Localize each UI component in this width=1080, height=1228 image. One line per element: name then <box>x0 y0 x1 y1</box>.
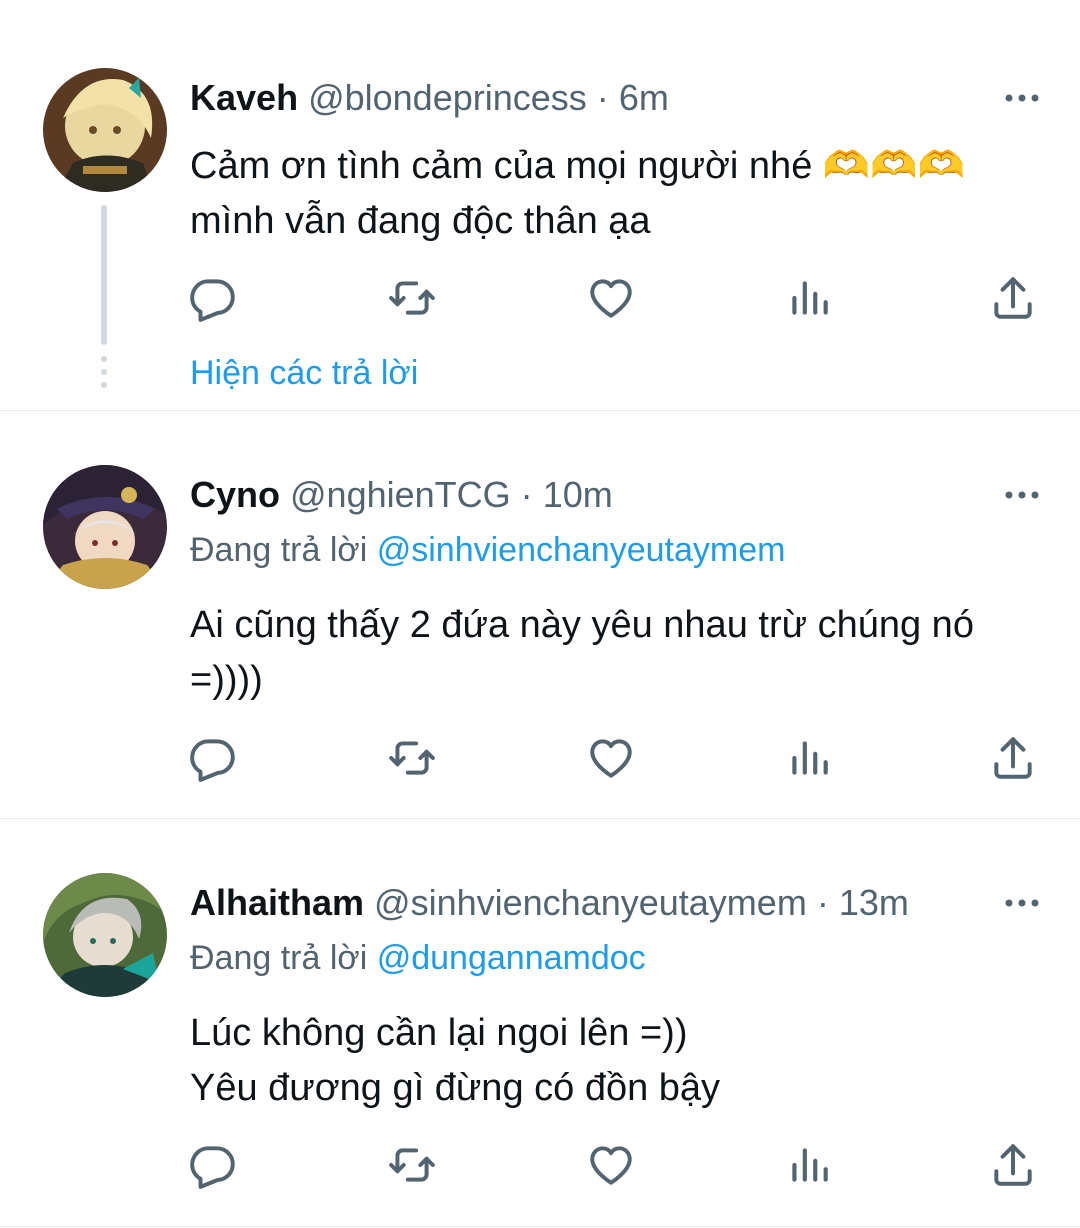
tweet-text: Ai cũng thấy 2 đứa này yêu nhau trừ chún… <box>190 604 974 701</box>
avatar-cyno-icon <box>43 465 167 589</box>
action-bar <box>0 733 1080 783</box>
reply-button[interactable] <box>188 1140 238 1190</box>
tweet-header: Cyno @nghienTCG · 10m <box>190 473 613 517</box>
views-button[interactable] <box>784 733 834 783</box>
display-name[interactable]: Kaveh <box>190 77 298 118</box>
thread-dot <box>101 382 107 388</box>
replying-to: Đang trả lời @dungannamdoc <box>190 937 646 979</box>
tweet-header: Alhaitham @sinhvienchanyeutaymem · 13m <box>190 881 909 925</box>
share-button[interactable] <box>988 733 1038 783</box>
replying-prefix: Đang trả lời <box>190 939 368 977</box>
more-options-icon <box>1005 899 1039 907</box>
mention-link[interactable]: @dungannamdoc <box>377 939 646 977</box>
retweet-button[interactable] <box>387 1140 437 1190</box>
retweet-button[interactable] <box>387 273 437 323</box>
more-options-button[interactable] <box>1004 893 1040 913</box>
avatar[interactable] <box>43 873 167 997</box>
more-options-button[interactable] <box>1004 88 1040 108</box>
share-button[interactable] <box>988 273 1038 323</box>
tweet-cyno[interactable]: Cyno @nghienTCG · 10m Đang trả lời @sinh… <box>0 411 1080 818</box>
reply-icon <box>190 739 235 782</box>
retweet-icon <box>389 1148 435 1182</box>
handle[interactable]: @blondeprincess <box>308 77 587 118</box>
retweet-icon <box>389 741 435 775</box>
show-replies-link[interactable]: Hiện các trả lời <box>190 352 418 394</box>
like-button[interactable] <box>586 273 636 323</box>
heart-icon <box>590 279 632 318</box>
retweet-icon <box>389 281 435 315</box>
like-button[interactable] <box>586 733 636 783</box>
more-options-button[interactable] <box>1004 485 1040 505</box>
views-button[interactable] <box>784 1140 834 1190</box>
like-button[interactable] <box>586 1140 636 1190</box>
tweet-alhaitham[interactable]: Alhaitham @sinhvienchanyeutaymem · 13m Đ… <box>0 819 1080 1228</box>
tweet-header: Kaveh @blondeprincess · 6m <box>190 76 669 120</box>
retweet-button[interactable] <box>387 733 437 783</box>
timestamp[interactable]: 6m <box>619 77 669 118</box>
separator: · <box>596 77 609 118</box>
tweet-text: Lúc không cần lại ngoi lên =)) Yêu đương… <box>190 1012 721 1109</box>
replying-to: Đang trả lời @sinhvienchanyeutaymem <box>190 529 785 571</box>
avatar-kaveh-icon <box>43 68 167 192</box>
display-name[interactable]: Alhaitham <box>190 882 364 923</box>
tweet-kaveh[interactable]: Kaveh @blondeprincess · 6m Cảm ơn tình c… <box>0 0 1080 410</box>
separator: · <box>816 882 829 923</box>
heart-icon <box>590 739 632 778</box>
timestamp[interactable]: 13m <box>839 882 909 923</box>
tweet-text: Cảm ơn tình cảm của mọi người nhé 🫶🫶🫶 mì… <box>190 145 965 242</box>
thread-dot <box>101 356 107 362</box>
replying-prefix: Đang trả lời <box>190 531 368 569</box>
avatar[interactable] <box>43 68 167 192</box>
action-bar <box>0 1140 1080 1190</box>
reply-button[interactable] <box>188 273 238 323</box>
display-name[interactable]: Cyno <box>190 474 280 515</box>
reply-button[interactable] <box>188 733 238 783</box>
share-icon <box>994 737 1032 779</box>
reply-icon <box>190 279 235 322</box>
divider <box>0 1226 1080 1227</box>
action-bar <box>0 273 1080 323</box>
share-button[interactable] <box>988 1140 1038 1190</box>
analytics-icon <box>792 741 828 775</box>
heart-icon <box>590 1146 632 1185</box>
views-button[interactable] <box>784 273 834 323</box>
reply-icon <box>190 1146 235 1189</box>
timestamp[interactable]: 10m <box>543 474 613 515</box>
avatar-alhaitham-icon <box>43 873 167 997</box>
mention-link[interactable]: @sinhvienchanyeutaymem <box>377 531 786 569</box>
thread-dot <box>101 369 107 375</box>
handle[interactable]: @nghienTCG <box>290 474 511 515</box>
handle[interactable]: @sinhvienchanyeutaymem <box>374 882 807 923</box>
analytics-icon <box>792 1148 828 1182</box>
more-options-icon <box>1005 94 1039 102</box>
analytics-icon <box>792 281 828 315</box>
share-icon <box>994 1144 1032 1186</box>
separator: · <box>520 474 533 515</box>
share-icon <box>994 277 1032 319</box>
avatar[interactable] <box>43 465 167 589</box>
more-options-icon <box>1005 491 1039 499</box>
